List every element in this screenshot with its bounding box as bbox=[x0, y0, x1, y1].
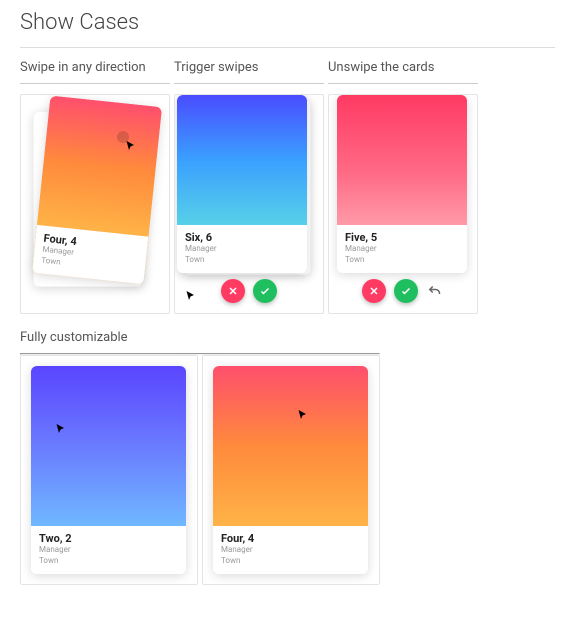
column-heading: Swipe in any direction bbox=[20, 60, 170, 75]
accept-button[interactable] bbox=[394, 279, 418, 303]
reject-button[interactable] bbox=[362, 279, 386, 303]
cursor-icon bbox=[185, 287, 195, 297]
reject-button[interactable] bbox=[221, 279, 245, 303]
card-name: Two, 2 bbox=[39, 532, 178, 545]
divider bbox=[174, 83, 324, 84]
custom-card-right[interactable]: Four, 4 Manager Town bbox=[213, 366, 368, 574]
preview-unswipe[interactable]: Five, 5 Manager Town bbox=[328, 94, 478, 314]
card-role: Manager bbox=[185, 244, 299, 254]
swipe-card[interactable]: Four, 4 Manager Town bbox=[32, 96, 162, 285]
column-heading: Unswipe the cards bbox=[328, 60, 478, 75]
divider bbox=[20, 83, 170, 84]
card-name: Four, 4 bbox=[221, 532, 360, 545]
preview-trigger[interactable]: Six, 6 Manager Town bbox=[174, 94, 324, 314]
card-gradient bbox=[177, 95, 307, 225]
custom-card-left[interactable]: Two, 2 Manager Town bbox=[31, 366, 186, 574]
card-meta: Five, 5 Manager Town bbox=[337, 225, 467, 273]
drag-indicator bbox=[117, 131, 129, 143]
column-swipe: Swipe in any direction Four, 4 Manager T… bbox=[20, 60, 170, 314]
action-buttons bbox=[329, 279, 477, 303]
examples-row: Swipe in any direction Four, 4 Manager T… bbox=[20, 60, 555, 314]
accept-button[interactable] bbox=[253, 279, 277, 303]
card-name: Six, 6 bbox=[185, 231, 299, 244]
card-meta: Two, 2 Manager Town bbox=[31, 526, 186, 574]
card-town: Town bbox=[345, 255, 459, 265]
action-buttons bbox=[175, 279, 323, 303]
card-gradient bbox=[31, 366, 186, 526]
fully-row: Two, 2 Manager Town Four, 4 Manager Town bbox=[20, 355, 380, 585]
card-meta: Six, 6 Manager Town bbox=[177, 225, 307, 273]
column-heading: Trigger swipes bbox=[174, 60, 324, 75]
undo-button[interactable] bbox=[426, 282, 444, 300]
card-gradient bbox=[337, 95, 467, 225]
card-role: Manager bbox=[39, 545, 178, 555]
card-meta: Four, 4 Manager Town bbox=[213, 526, 368, 574]
divider bbox=[328, 83, 478, 84]
column-trigger: Trigger swipes Six, 6 Manager Town bbox=[174, 60, 324, 314]
trigger-card[interactable]: Six, 6 Manager Town bbox=[177, 95, 307, 273]
preview-custom-left[interactable]: Two, 2 Manager Town bbox=[20, 355, 198, 585]
card-gradient bbox=[213, 366, 368, 526]
page-title: Show Cases bbox=[20, 10, 555, 35]
card-town: Town bbox=[221, 556, 360, 566]
preview-swipe[interactable]: Four, 4 Manager Town bbox=[20, 94, 170, 314]
section-fully: Fully customizable Two, 2 Manager Town F… bbox=[20, 330, 380, 585]
column-unswipe: Unswipe the cards Five, 5 Manager Town bbox=[328, 60, 478, 314]
card-name: Five, 5 bbox=[345, 231, 459, 244]
unswipe-card[interactable]: Five, 5 Manager Town bbox=[337, 95, 467, 273]
card-role: Manager bbox=[221, 545, 360, 555]
divider bbox=[20, 47, 555, 48]
section-heading: Fully customizable bbox=[20, 330, 380, 345]
card-gradient bbox=[37, 96, 162, 237]
card-town: Town bbox=[185, 255, 299, 265]
card-town: Town bbox=[39, 556, 178, 566]
preview-custom-right[interactable]: Four, 4 Manager Town bbox=[202, 355, 380, 585]
card-role: Manager bbox=[345, 244, 459, 254]
